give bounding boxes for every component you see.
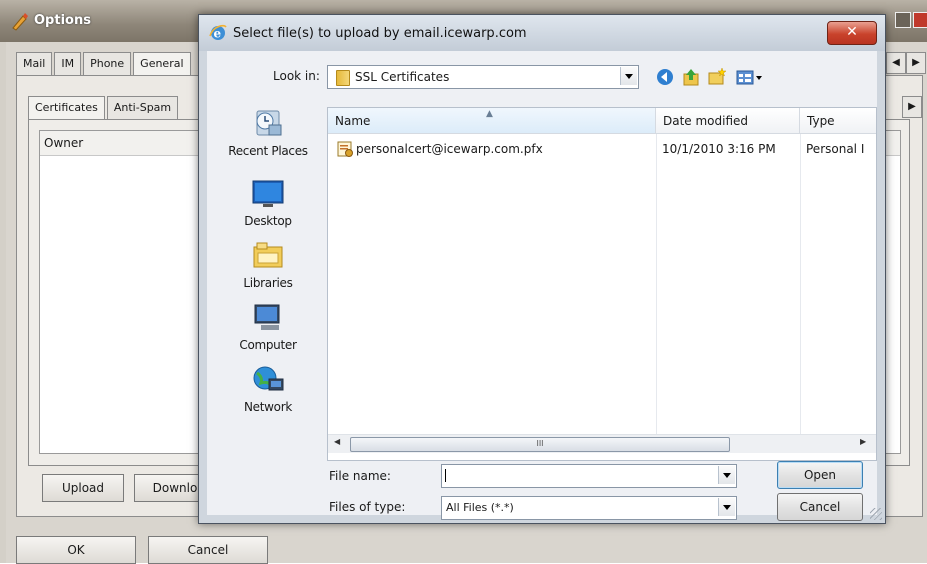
tabs-scroll-left[interactable]: ◀ [886, 52, 906, 74]
folder-icon [336, 70, 350, 86]
network-icon [253, 366, 284, 391]
dialog-content: Look in: SSL Certificates Recent Places … [207, 51, 877, 521]
subtabs-scroll-right[interactable]: ▶ [902, 96, 922, 118]
tab-certificates[interactable]: Certificates [28, 96, 105, 119]
place-computer[interactable]: Computer [219, 301, 317, 352]
column-header-date-modified[interactable]: Date modified [656, 108, 800, 134]
dialog-cancel-button[interactable]: Cancel [777, 493, 863, 521]
file-name-cell: personalcert@icewarp.com.pfx [356, 142, 543, 156]
dialog-toolbar [655, 67, 775, 87]
dialog-title: Select file(s) to upload by email.icewar… [233, 26, 527, 41]
tab-phone[interactable]: Phone [83, 52, 132, 75]
scroll-left-arrow[interactable]: ◀ [334, 437, 340, 446]
file-type-cell: Personal I [806, 142, 865, 156]
place-label: Libraries [243, 276, 293, 290]
place-label: Network [243, 400, 292, 414]
files-of-type-value: All Files (*.*) [446, 501, 514, 514]
up-folder-icon[interactable] [681, 67, 701, 87]
back-icon[interactable] [655, 67, 675, 87]
options-top-tabs: Mail IM Phone General [16, 52, 193, 75]
file-list[interactable]: Name ▲ Date modified Type personalcert@i… [327, 107, 877, 461]
file-name-label: File name: [329, 469, 391, 483]
tab-im[interactable]: IM [54, 52, 82, 75]
options-title: Options [34, 13, 91, 28]
file-date-cell: 10/1/2010 3:16 PM [662, 142, 776, 156]
column-header-name[interactable]: Name ▲ [328, 108, 656, 134]
ok-button[interactable]: OK [16, 536, 136, 564]
chevron-down-icon[interactable] [620, 67, 637, 85]
new-folder-icon[interactable] [707, 67, 727, 87]
dialog-close-button[interactable]: ✕ [827, 21, 877, 45]
sort-ascending-icon: ▲ [486, 109, 493, 119]
open-button[interactable]: Open [777, 461, 863, 489]
place-label: Recent Places [228, 144, 308, 158]
certificate-file-icon [337, 141, 353, 157]
file-upload-dialog: e Select file(s) to upload by email.icew… [198, 14, 886, 524]
scrollbar-thumb[interactable]: III [350, 437, 730, 452]
internet-explorer-icon: e [209, 24, 227, 41]
resize-grip[interactable] [870, 508, 882, 520]
options-maximize-button[interactable] [895, 12, 911, 28]
place-libraries[interactable]: Libraries [219, 239, 317, 290]
column-header-type[interactable]: Type [800, 108, 876, 134]
column-name-label: Name [335, 114, 371, 128]
place-label: Desktop [244, 214, 292, 228]
horizontal-scrollbar[interactable]: ◀ III ▶ [328, 434, 876, 453]
look-in-dropdown[interactable]: SSL Certificates [327, 65, 639, 89]
look-in-label: Look in: [273, 69, 320, 83]
place-desktop[interactable]: Desktop [219, 177, 317, 228]
column-divider [656, 134, 657, 436]
recent-places-icon [256, 110, 282, 136]
dialog-title-bar: e Select file(s) to upload by email.icew… [199, 15, 885, 51]
options-sub-tabs: Certificates Anti-Spam [28, 96, 180, 119]
libraries-icon [253, 242, 283, 268]
column-divider [800, 134, 801, 436]
computer-icon [254, 304, 280, 330]
desktop-icon [252, 180, 284, 207]
text-cursor [445, 469, 446, 482]
options-cancel-button[interactable]: Cancel [148, 536, 268, 564]
options-pen-icon [12, 13, 28, 31]
scroll-right-arrow[interactable]: ▶ [860, 437, 866, 446]
view-menu-icon[interactable] [735, 67, 763, 87]
place-network[interactable]: Network [219, 363, 317, 414]
files-of-type-label: Files of type: [329, 500, 406, 514]
tab-anti-spam[interactable]: Anti-Spam [106, 96, 179, 119]
tabs-scroll-right[interactable]: ▶ [906, 52, 926, 74]
look-in-value: SSL Certificates [355, 70, 450, 84]
tab-general[interactable]: General [133, 52, 191, 75]
files-of-type-dropdown[interactable]: All Files (*.*) [441, 496, 737, 520]
upload-button[interactable]: Upload [42, 474, 124, 502]
tab-mail[interactable]: Mail [16, 52, 53, 75]
file-name-field[interactable] [441, 464, 737, 488]
chevron-down-icon[interactable] [718, 498, 735, 516]
place-recent-places[interactable]: Recent Places [219, 107, 317, 158]
options-close-button[interactable] [913, 12, 927, 28]
places-bar: Recent Places Desktop Libraries Computer… [219, 107, 317, 437]
place-label: Computer [239, 338, 297, 352]
chevron-down-icon[interactable] [718, 466, 735, 484]
table-row[interactable]: personalcert@icewarp.com.pfx 10/1/2010 3… [328, 140, 876, 160]
